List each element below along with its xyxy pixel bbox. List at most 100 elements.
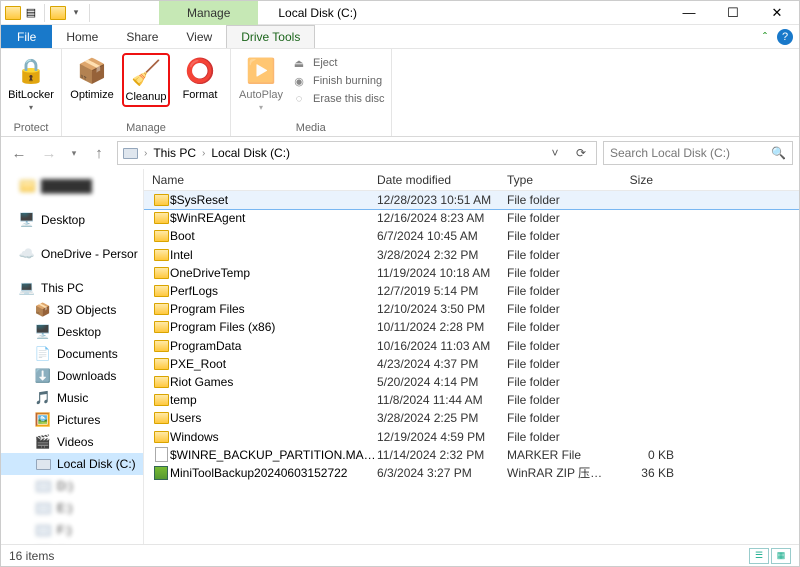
nav-downloads[interactable]: ⬇️Downloads	[1, 365, 143, 387]
tab-home[interactable]: Home	[52, 25, 112, 48]
burn-icon: ◉	[291, 73, 307, 89]
tab-view[interactable]: View	[172, 25, 226, 48]
nav-onedrive[interactable]: ☁️OneDrive - Persor	[1, 243, 143, 265]
format-button[interactable]: ⭕ Format	[176, 53, 224, 101]
table-row[interactable]: $WinREAgent12/16/2024 8:23 AMFile folder	[144, 209, 799, 227]
crumb-this-pc[interactable]: This PC	[153, 146, 196, 160]
file-name: Users	[170, 411, 377, 425]
table-row[interactable]: $SysReset12/28/2023 10:51 AMFile folder	[144, 191, 799, 209]
forward-button[interactable]: →	[37, 141, 61, 165]
file-name: OneDriveTemp	[170, 266, 377, 280]
table-row[interactable]: Users3/28/2024 2:25 PMFile folder	[144, 409, 799, 427]
nav-disk-f[interactable]: F:)	[1, 519, 143, 541]
help-icon[interactable]: ?	[777, 29, 793, 45]
explorer-body: ██████ 🖥️Desktop ☁️OneDrive - Persor 💻Th…	[1, 169, 799, 544]
file-name: PXE_Root	[170, 357, 377, 371]
nav-local-disk-c[interactable]: Local Disk (C:)	[1, 453, 143, 475]
qat-props-icon[interactable]	[50, 5, 66, 21]
nav-videos[interactable]: 🎬Videos	[1, 431, 143, 453]
erase-disc-button[interactable]: ◌Erase this disc	[291, 91, 385, 107]
desktop-icon: 🖥️	[35, 324, 51, 340]
nav-desktop2[interactable]: 🖥️Desktop	[1, 321, 143, 343]
qat-dropdown-icon[interactable]: ▾	[68, 5, 84, 21]
eject-button[interactable]: ⏏Eject	[291, 55, 385, 71]
chevron-right-icon[interactable]: ›	[200, 148, 207, 159]
file-date: 12/28/2023 10:51 AM	[377, 193, 507, 207]
chevron-right-icon[interactable]: ›	[142, 148, 149, 159]
table-row[interactable]: Riot Games5/20/2024 4:14 PMFile folder	[144, 373, 799, 391]
nav-this-pc[interactable]: 💻This PC	[1, 277, 143, 299]
autoplay-button[interactable]: ▶️ AutoPlay ▾	[237, 53, 285, 112]
file-type: WinRAR ZIP 压缩...	[507, 464, 612, 481]
col-size[interactable]: Size	[604, 173, 674, 187]
contextual-tab-manage[interactable]: Manage	[159, 1, 258, 25]
tab-share[interactable]: Share	[112, 25, 172, 48]
minimize-button[interactable]: —	[667, 1, 711, 25]
tab-drive-tools[interactable]: Drive Tools	[226, 25, 315, 48]
column-headers[interactable]: Name Date modified Type Size	[144, 169, 799, 191]
col-date[interactable]: Date modified	[369, 173, 499, 187]
table-row[interactable]: PXE_Root4/23/2024 4:37 PMFile folder	[144, 355, 799, 373]
file-type: File folder	[507, 284, 612, 298]
table-row[interactable]: Program Files (x86)10/11/2024 2:28 PMFil…	[144, 318, 799, 336]
table-row[interactable]: Windows12/19/2024 4:59 PMFile folder	[144, 427, 799, 445]
refresh-icon[interactable]: ⟳	[570, 142, 592, 164]
qat-save-icon[interactable]: ▤	[23, 5, 39, 21]
folder-icon	[152, 194, 170, 206]
table-row[interactable]: Program Files12/10/2024 3:50 PMFile fold…	[144, 300, 799, 318]
nav-desktop[interactable]: 🖥️Desktop	[1, 209, 143, 231]
maximize-button[interactable]: ☐	[711, 1, 755, 25]
file-date: 10/16/2024 11:03 AM	[377, 339, 507, 353]
up-button[interactable]: ↑	[87, 141, 111, 165]
nav-pane[interactable]: ██████ 🖥️Desktop ☁️OneDrive - Persor 💻Th…	[1, 169, 144, 544]
title-bar: ▤ ▾ Manage Local Disk (C:) — ☐ ✕	[1, 1, 799, 25]
nav-3d-objects[interactable]: 📦3D Objects	[1, 299, 143, 321]
tab-file[interactable]: File	[1, 25, 52, 48]
disk-icon	[122, 145, 138, 161]
search-input[interactable]: Search Local Disk (C:) 🔍	[603, 141, 793, 165]
file-type: File folder	[507, 411, 612, 425]
table-row[interactable]: $WINRE_BACKUP_PARTITION.MARKER11/14/2024…	[144, 446, 799, 464]
file-rows[interactable]: $SysReset12/28/2023 10:51 AMFile folder$…	[144, 191, 799, 544]
table-row[interactable]: MiniToolBackup202406031527226/3/2024 3:2…	[144, 464, 799, 482]
folder-icon	[152, 285, 170, 297]
crumb-local-disk[interactable]: Local Disk (C:)	[211, 146, 290, 160]
downloads-icon: ⬇️	[35, 368, 51, 384]
cleanup-button[interactable]: 🧹 Cleanup	[122, 53, 170, 107]
table-row[interactable]: PerfLogs12/7/2019 5:14 PMFile folder	[144, 282, 799, 300]
lock-icon: 🔒	[15, 55, 47, 87]
finish-burn-button[interactable]: ◉Finish burning	[291, 73, 385, 89]
ribbon-collapse-icon[interactable]: ˆ	[763, 30, 767, 44]
folder-icon	[152, 321, 170, 333]
nav-pictures[interactable]: 🖼️Pictures	[1, 409, 143, 431]
file-type: File folder	[507, 339, 612, 353]
back-button[interactable]: ←	[7, 141, 31, 165]
file-name: temp	[170, 393, 377, 407]
file-date: 6/3/2024 3:27 PM	[377, 466, 507, 480]
nav-disk-d[interactable]: D:)	[1, 475, 143, 497]
folder-icon	[152, 394, 170, 406]
table-row[interactable]: Intel3/28/2024 2:32 PMFile folder	[144, 246, 799, 264]
table-row[interactable]: OneDriveTemp11/19/2024 10:18 AMFile fold…	[144, 264, 799, 282]
table-row[interactable]: Boot6/7/2024 10:45 AMFile folder	[144, 227, 799, 245]
view-large-button[interactable]: ▦	[771, 548, 791, 564]
nav-quick-access[interactable]: ██████	[1, 175, 143, 197]
breadcrumb[interactable]: › This PC › Local Disk (C:) ˅ ⟳	[117, 141, 597, 165]
nav-music[interactable]: 🎵Music	[1, 387, 143, 409]
view-details-button[interactable]: ☰	[749, 548, 769, 564]
nav-disk-e[interactable]: E:)	[1, 497, 143, 519]
nav-documents[interactable]: 📄Documents	[1, 343, 143, 365]
bitlocker-button[interactable]: 🔒 BitLocker ▾	[7, 53, 55, 112]
col-name[interactable]: Name	[144, 173, 369, 187]
close-button[interactable]: ✕	[755, 1, 799, 25]
recent-dropdown[interactable]: ▾	[67, 141, 81, 165]
table-row[interactable]: ProgramData10/16/2024 11:03 AMFile folde…	[144, 337, 799, 355]
optimize-button[interactable]: 📦 Optimize	[68, 53, 116, 101]
nav-disk-g[interactable]: G:)	[1, 541, 143, 544]
status-item-count: 16 items	[9, 549, 54, 563]
table-row[interactable]: temp11/8/2024 11:44 AMFile folder	[144, 391, 799, 409]
history-dropdown-icon[interactable]: ˅	[544, 142, 566, 164]
col-type[interactable]: Type	[499, 173, 604, 187]
file-name: PerfLogs	[170, 284, 377, 298]
ribbon-group-protect: 🔒 BitLocker ▾ Protect	[1, 49, 62, 136]
